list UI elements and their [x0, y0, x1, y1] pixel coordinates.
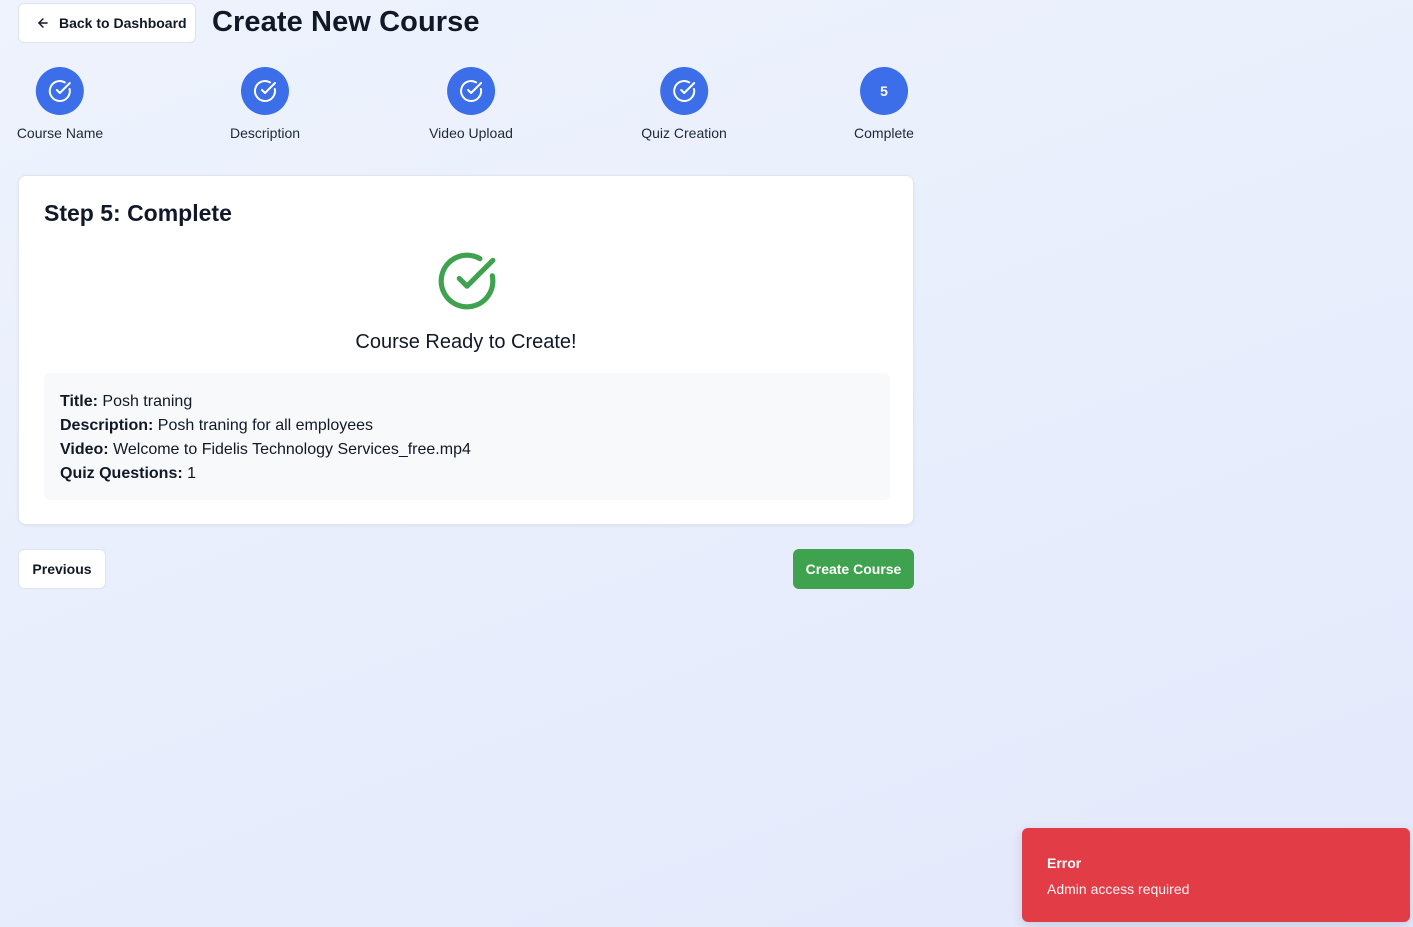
check-circle-icon	[460, 80, 482, 102]
step-label: Course Name	[16, 125, 104, 141]
summary-label: Quiz Questions:	[60, 465, 183, 482]
step-label: Complete	[854, 125, 914, 141]
summary-value: Posh traning for all employees	[157, 417, 374, 434]
check-circle-icon	[438, 252, 496, 310]
summary-label: Title:	[60, 393, 98, 410]
course-summary: Title: Posh traning Description: Posh tr…	[44, 373, 890, 500]
error-toast[interactable]: Error Admin access required	[1022, 828, 1410, 922]
ready-heading: Course Ready to Create!	[355, 331, 577, 353]
create-course-button[interactable]: Create Course	[793, 549, 914, 589]
step-complete-card: Step 5: Complete Course Ready to Create!…	[18, 175, 914, 525]
back-button-label: Back to Dashboard	[59, 15, 187, 31]
step-completed-indicator	[660, 67, 708, 115]
summary-value: Posh traning	[102, 393, 193, 410]
arrow-left-icon	[38, 18, 48, 28]
step-completed-indicator	[447, 67, 495, 115]
step-course-name: Course Name	[17, 67, 103, 141]
toast-title: Error	[1047, 855, 1082, 871]
check-circle-icon	[254, 80, 276, 102]
summary-description-row: Description: Posh traning for all employ…	[60, 414, 874, 438]
step-complete: 5 Complete	[854, 67, 914, 141]
toast-message: Admin access required	[1047, 881, 1190, 897]
summary-video-row: Video: Welcome to Fidelis Technology Ser…	[60, 438, 874, 462]
summary-label: Description:	[60, 417, 154, 434]
step-number-indicator: 5	[859, 67, 908, 115]
step-quiz-creation: Quiz Creation	[641, 67, 727, 141]
progress-stepper: Course Name Description Video Upload Qui…	[17, 67, 914, 147]
summary-label: Video:	[60, 441, 109, 458]
card-title: Step 5: Complete	[44, 200, 232, 226]
step-description: Description	[230, 67, 300, 141]
step-completed-indicator	[36, 67, 84, 115]
step-video-upload: Video Upload	[429, 67, 513, 141]
back-to-dashboard-button[interactable]: Back to Dashboard	[18, 3, 196, 43]
step-completed-indicator	[241, 67, 289, 115]
summary-title-row: Title: Posh traning	[60, 390, 874, 414]
summary-value: 1	[187, 465, 197, 482]
step-label: Video Upload	[429, 125, 513, 141]
check-circle-icon	[49, 80, 71, 102]
summary-value: Welcome to Fidelis Technology Services_f…	[113, 441, 471, 458]
step-label: Description	[229, 125, 301, 141]
summary-quiz-row: Quiz Questions: 1	[60, 462, 874, 486]
step-label: Quiz Creation	[641, 125, 727, 141]
previous-button[interactable]: Previous	[18, 549, 106, 589]
page-title: Create New Course	[212, 6, 480, 38]
check-circle-icon	[673, 80, 695, 102]
